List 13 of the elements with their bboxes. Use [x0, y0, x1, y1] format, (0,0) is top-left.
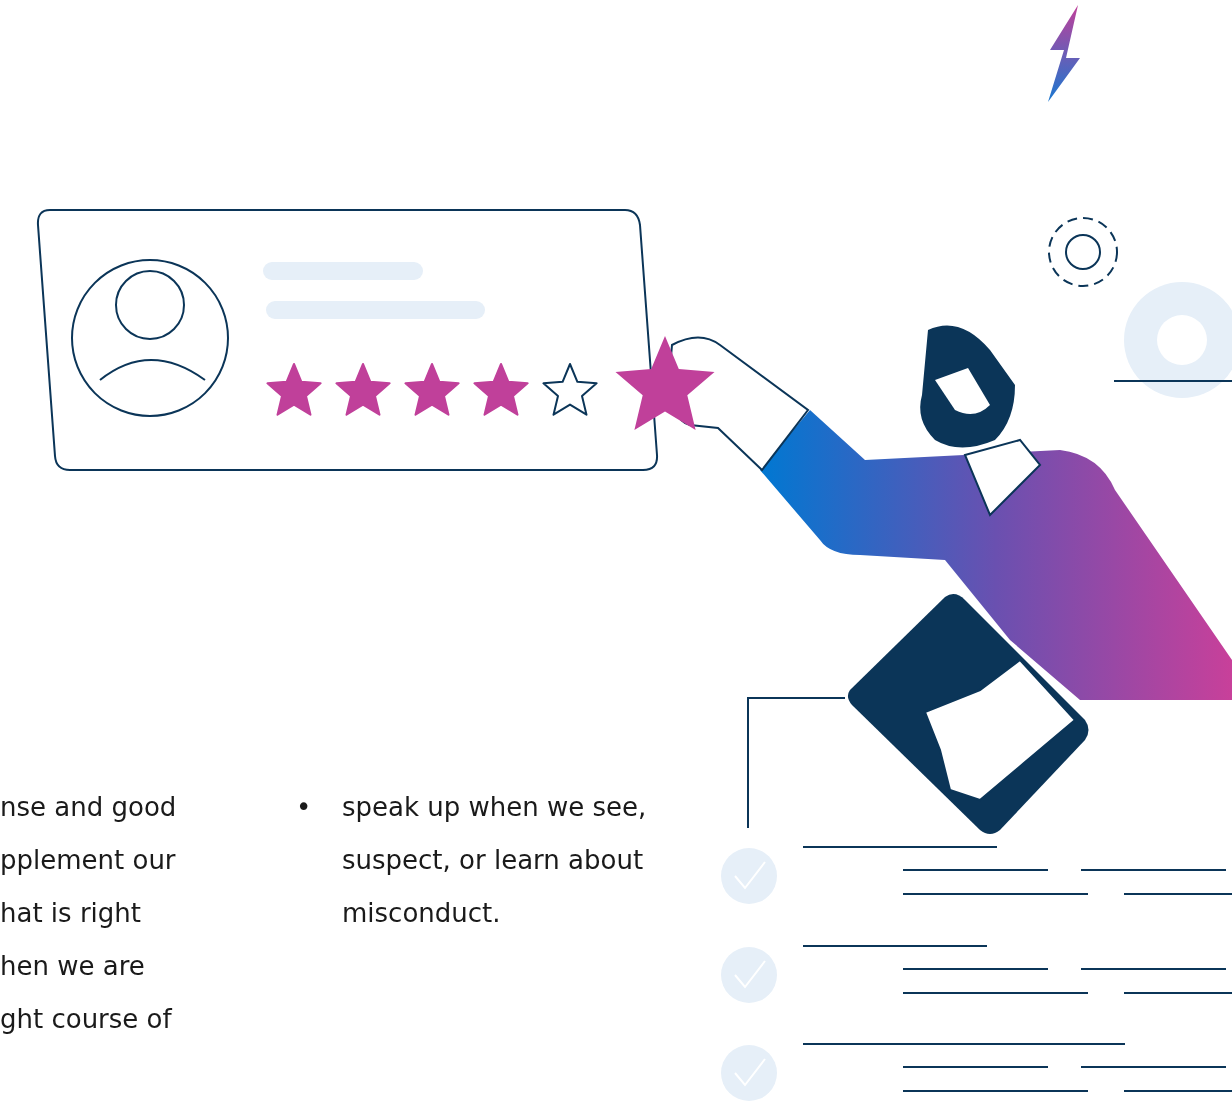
check-icon — [721, 947, 777, 1003]
body-text-line: hat is right — [0, 897, 142, 930]
check-icon — [721, 1045, 777, 1101]
body-text-line: nse and good — [0, 791, 178, 824]
avatar-icon — [71, 259, 229, 417]
check-icon — [721, 848, 777, 904]
gear-icon — [1048, 217, 1118, 287]
body-text-line: ght course of — [0, 1003, 174, 1036]
bullet-text: speak up when we see, suspect, or learn about misconduct. — [342, 791, 648, 930]
bullet-marker: • — [295, 791, 313, 824]
body-text-line: hen we are — [0, 950, 146, 983]
body-text-line: pplement our — [0, 844, 177, 877]
lightning-icon — [1048, 5, 1080, 102]
